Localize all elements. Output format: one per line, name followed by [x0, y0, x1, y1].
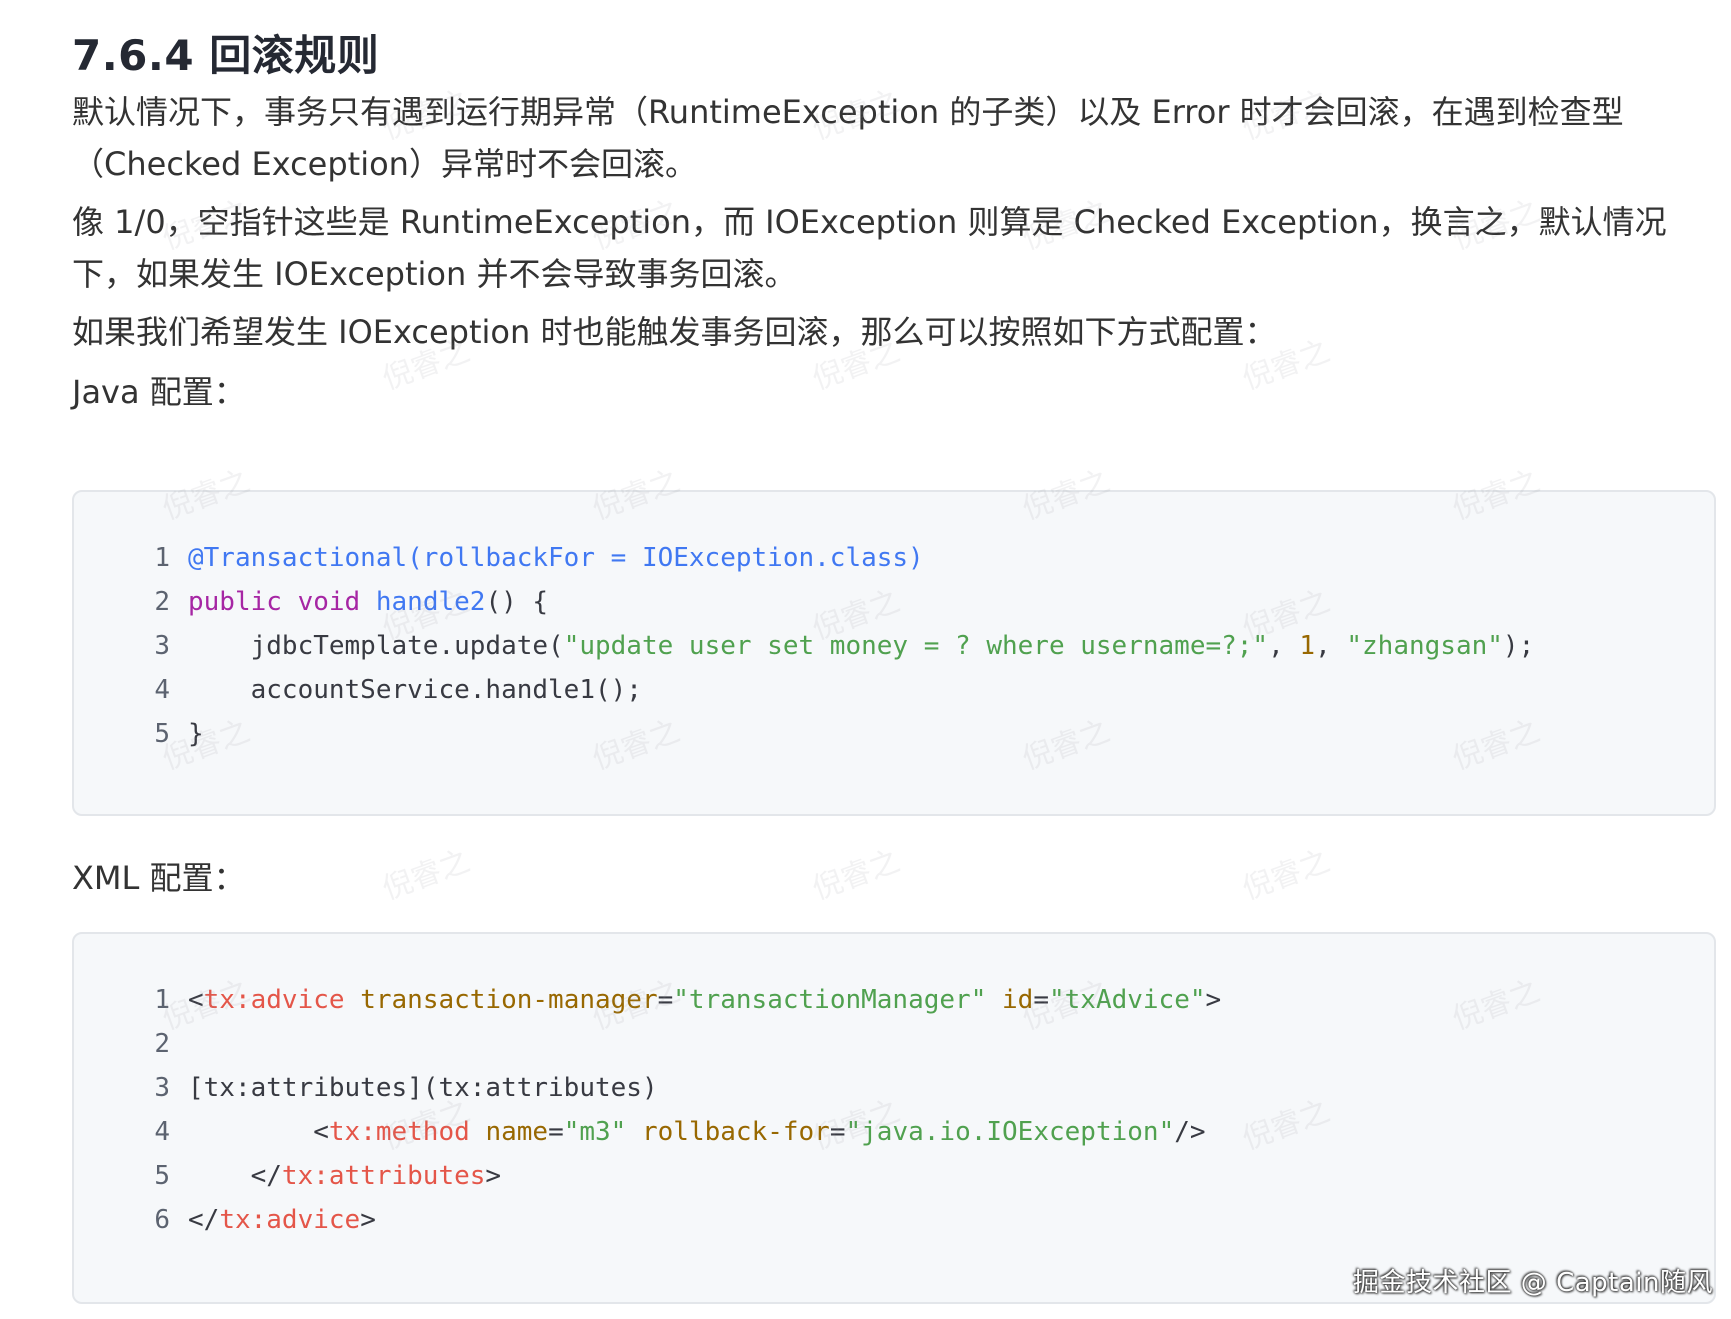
line-code: accountService.handle1();	[188, 668, 642, 712]
line-number: 2	[154, 1029, 170, 1059]
code-token: () {	[485, 587, 549, 617]
line-code: <tx:method name="m3" rollback-for="java.…	[188, 1110, 1206, 1154]
code-token: <	[188, 1117, 329, 1147]
line-number: 4	[154, 1117, 170, 1147]
code-token: [tx:attributes](tx:attributes)	[188, 1073, 658, 1103]
line-code: [tx:attributes](tx:attributes)	[188, 1066, 658, 1110]
paragraph-ioexception-note: 像 1/0，空指针这些是 RuntimeException，而 IOExcept…	[72, 203, 1667, 293]
paragraph-rollback-default: 默认情况下，事务只有遇到运行期异常（RuntimeException 的子类）以…	[72, 93, 1624, 183]
line-number: 6	[154, 1205, 170, 1235]
line-number: 5	[154, 719, 170, 749]
code-token: "m3"	[563, 1117, 627, 1147]
line-number: 5	[154, 1161, 170, 1191]
code-token: }	[188, 719, 204, 749]
code-token: "zhangsan"	[1346, 631, 1503, 661]
code-token: rollback-for	[642, 1117, 830, 1147]
code-token: =	[548, 1117, 564, 1147]
code-token: >	[360, 1205, 376, 1235]
code-token: accountService.handle1();	[188, 675, 642, 705]
line-code: }	[188, 712, 204, 756]
java-code-block: 1 @Transactional(rollbackFor = IOExceptio…	[72, 490, 1716, 816]
line-code: </tx:advice>	[188, 1198, 376, 1242]
line-code: @Transactional(rollbackFor = IOException…	[188, 536, 924, 580]
code-token: public	[188, 587, 282, 617]
code-token: "update user set money = ? where usernam…	[563, 631, 1269, 661]
code-token: >	[485, 1161, 502, 1191]
code-token: ,	[1315, 631, 1347, 661]
java-config-label: Java 配置：	[72, 373, 246, 411]
code-token: =	[1033, 985, 1049, 1015]
line-number: 1	[154, 543, 170, 573]
xml-config-label: XML 配置：	[72, 859, 246, 897]
code-token: />	[1174, 1117, 1206, 1147]
line-code: public void handle2() {	[188, 580, 548, 624]
code-token: tx:method	[328, 1117, 470, 1147]
code-token: jdbcTemplate.update(	[188, 631, 564, 661]
code-token: id	[1002, 985, 1034, 1015]
code-token: tx:attributes	[281, 1161, 486, 1191]
code-token: >	[1205, 985, 1222, 1015]
line-number: 3	[154, 631, 170, 661]
code-token: @Transactional(rollbackFor = IOException…	[188, 543, 924, 573]
code-token: <	[188, 985, 204, 1015]
line-number: 4	[154, 675, 170, 705]
footer-credit: 掘金技术社区 @ Captain随风	[1353, 1268, 1713, 1298]
code-token: handle2	[375, 587, 486, 617]
code-token: 1	[1299, 631, 1316, 661]
code-token: </	[188, 1161, 282, 1191]
xml-code-block: 1 <tx:advice transaction-manager="transac…	[72, 932, 1716, 1304]
line-number: 1	[154, 985, 170, 1015]
line-code: jdbcTemplate.update("update user set mon…	[188, 624, 1535, 668]
line-code: </tx:attributes>	[188, 1154, 501, 1198]
code-token: "txAdvice"	[1048, 985, 1206, 1015]
code-token: =	[829, 1117, 846, 1147]
code-token: =	[657, 985, 674, 1015]
line-code: <tx:advice transaction-manager="transact…	[188, 978, 1221, 1022]
code-token: );	[1502, 631, 1535, 661]
line-number: 3	[154, 1073, 170, 1103]
section-heading: 7.6.4 回滚规则	[72, 31, 380, 80]
code-token: tx:advice	[219, 1205, 361, 1235]
code-token: ,	[1268, 631, 1300, 661]
paragraph-config-intro: 如果我们希望发生 IOException 时也能触发事务回滚，那么可以按照如下方…	[72, 313, 1277, 351]
code-token: </	[188, 1205, 220, 1235]
line-number: 2	[154, 587, 170, 617]
code-token: void	[297, 587, 361, 617]
code-token: transaction-manager	[360, 985, 658, 1015]
code-token: "transactionManager"	[673, 985, 987, 1015]
code-token: "java.io.IOException"	[845, 1117, 1175, 1147]
code-token: tx:advice	[203, 985, 345, 1015]
code-token: name	[485, 1117, 549, 1147]
